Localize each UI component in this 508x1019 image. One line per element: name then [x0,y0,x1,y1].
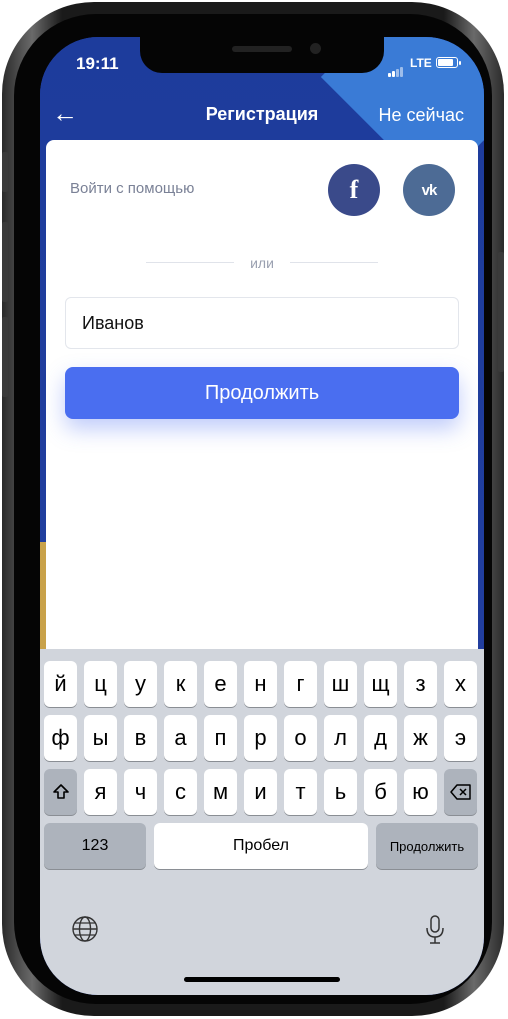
facebook-icon: f [349,175,359,204]
key[interactable]: ц [84,661,117,707]
keyboard-row-1: й ц у к е н г ш щ з х [40,661,484,707]
return-key[interactable]: Продолжить [376,823,478,869]
globe-icon[interactable] [70,914,100,951]
key[interactable]: п [204,715,237,761]
skip-button[interactable]: Не сейчас [379,105,464,126]
continue-button[interactable]: Продолжить [65,367,459,419]
key[interactable]: ш [324,661,357,707]
key[interactable]: щ [364,661,397,707]
key[interactable]: м [204,769,237,815]
shift-key[interactable] [44,769,77,815]
key[interactable]: к [164,661,197,707]
key[interactable]: ь [324,769,357,815]
vk-button[interactable]: vk [403,164,455,216]
key[interactable]: ф [44,715,77,761]
surname-input[interactable]: Иванов [65,297,459,349]
network-type: LTE [410,56,432,70]
key[interactable]: я [84,769,117,815]
divider: или [146,255,378,271]
shift-icon [52,784,69,799]
space-key[interactable]: Пробел [154,823,368,869]
facebook-button[interactable]: f [328,164,380,216]
key[interactable]: э [444,715,477,761]
registration-card: Войти с помощью f vk или Иванов Продолжи… [46,140,478,680]
key[interactable]: у [124,661,157,707]
key[interactable]: т [284,769,317,815]
key[interactable]: б [364,769,397,815]
volume-up-button [2,222,8,302]
keyboard-row-2: ф ы в а п р о л д ж э [40,715,484,761]
mute-switch [2,152,8,192]
home-indicator[interactable] [184,977,340,982]
key[interactable]: и [244,769,277,815]
microphone-icon[interactable] [424,914,446,953]
key[interactable]: д [364,715,397,761]
key[interactable]: в [124,715,157,761]
key[interactable]: е [204,661,237,707]
key[interactable]: ч [124,769,157,815]
key[interactable]: л [324,715,357,761]
key[interactable]: й [44,661,77,707]
volume-down-button [2,317,8,397]
surname-input-value: Иванов [82,312,144,333]
delete-key[interactable] [444,769,477,815]
screen: 19:11 LTE ← Регистрация Не сейчас Войти … [40,37,484,995]
signal-icon [388,59,404,77]
key[interactable]: о [284,715,317,761]
key[interactable]: ы [84,715,117,761]
notch [140,37,384,73]
login-with-label: Войти с помощью [70,180,195,197]
numbers-key[interactable]: 123 [44,823,146,869]
keyboard: й ц у к е н г ш щ з х ф ы в а п р о л д … [40,649,484,995]
key[interactable]: р [244,715,277,761]
key[interactable]: н [244,661,277,707]
key[interactable]: с [164,769,197,815]
key[interactable]: з [404,661,437,707]
power-button [498,252,504,372]
divider-text: или [250,255,274,271]
key[interactable]: а [164,715,197,761]
status-time: 19:11 [76,54,119,73]
keyboard-row-4: 123 Пробел Продолжить [40,823,484,869]
key[interactable]: ю [404,769,437,815]
speaker [232,46,292,52]
backspace-icon [449,784,471,800]
nav-bar: ← Регистрация Не сейчас [40,97,484,133]
status-bar: 19:11 LTE [40,37,484,87]
keyboard-row-3: я ч с м и т ь б ю [40,769,484,815]
key[interactable]: х [444,661,477,707]
key[interactable]: г [284,661,317,707]
key[interactable]: ж [404,715,437,761]
vk-icon: vk [421,181,438,199]
battery-icon [436,57,461,68]
front-camera [310,43,321,54]
